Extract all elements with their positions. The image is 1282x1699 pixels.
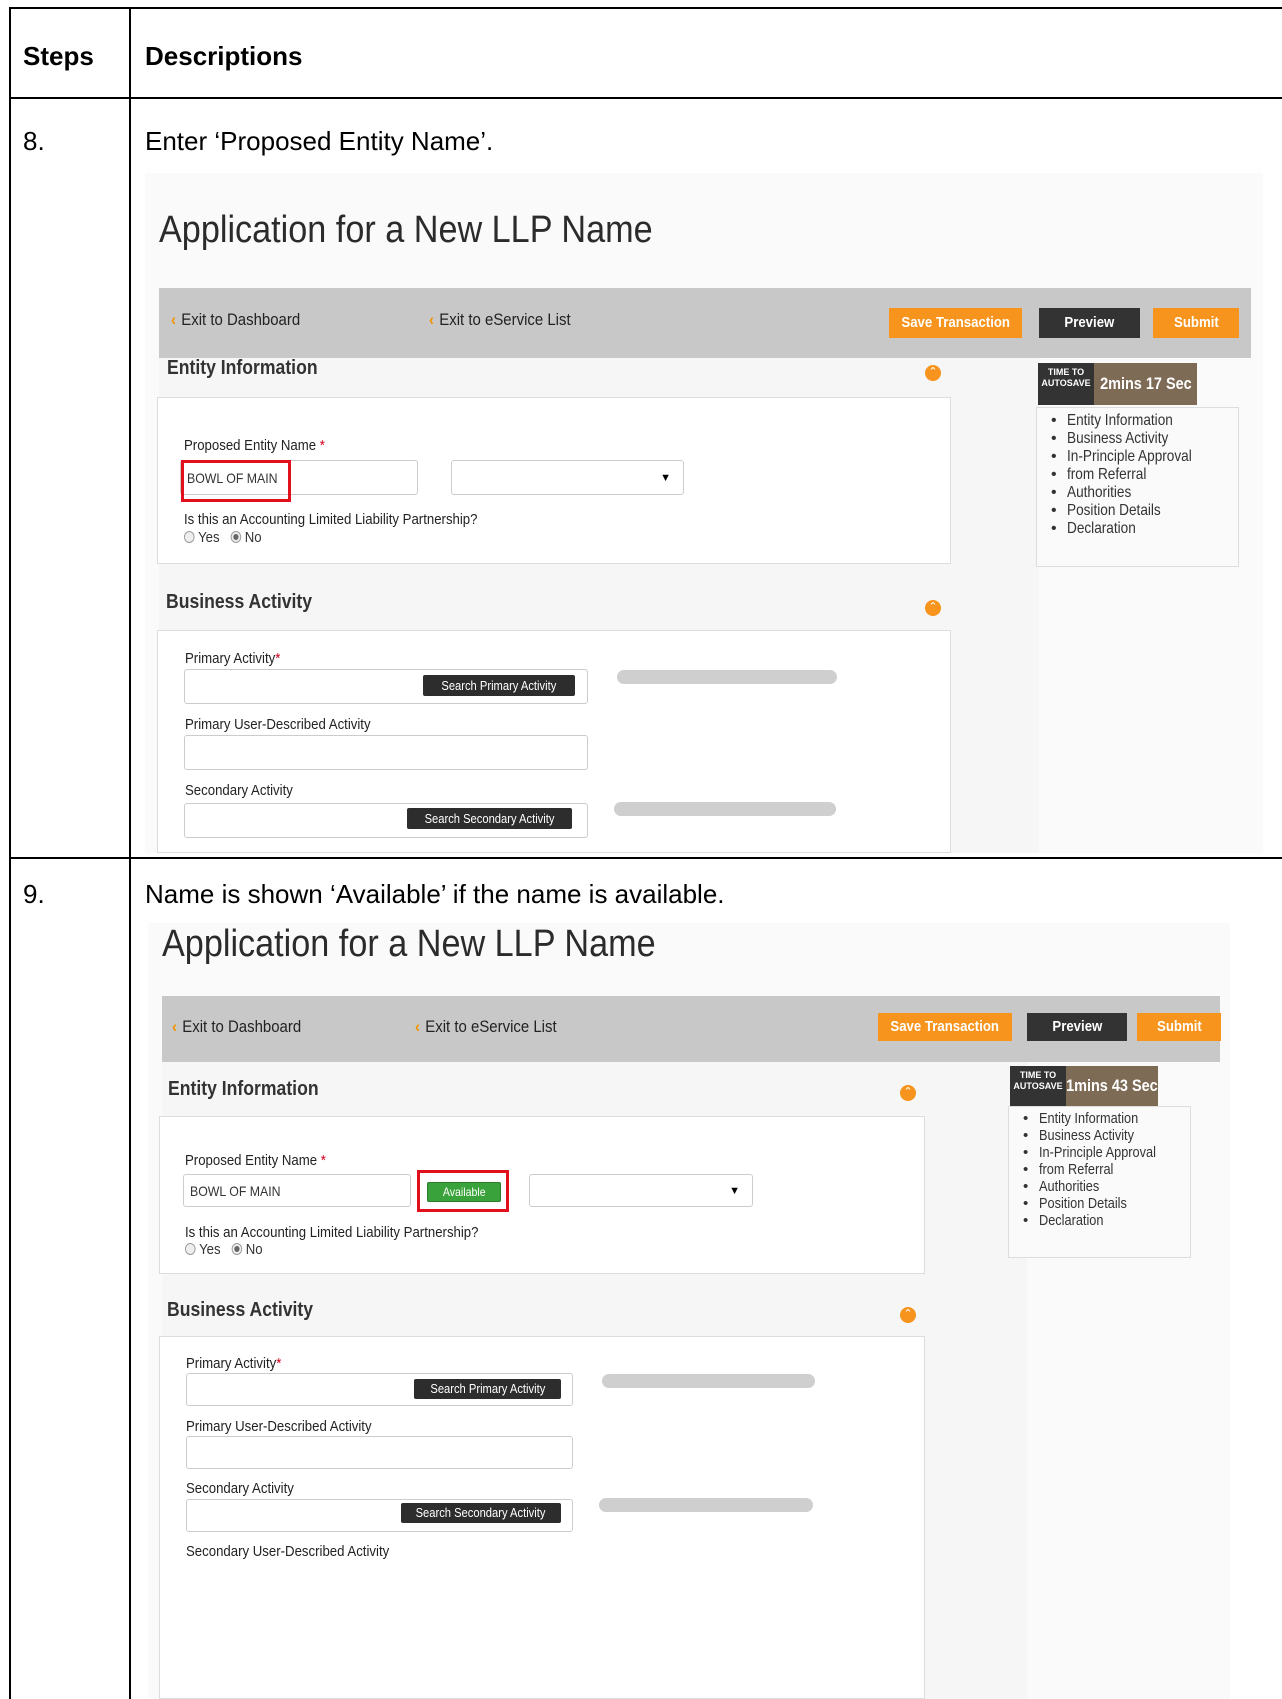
- primary-activity-label: Primary Activity*: [185, 650, 281, 667]
- submit-button[interactable]: Submit: [1137, 1013, 1221, 1041]
- nav-item-continued[interactable]: Authorities: [1037, 484, 1238, 502]
- entity-information-title: Entity Information: [167, 357, 318, 379]
- search-primary-activity-button[interactable]: Search Primary Activity: [423, 675, 575, 696]
- nav-item-entity-information[interactable]: Entity Information: [1009, 1110, 1190, 1127]
- timer-label: TIME TO AUTOSAVE: [1010, 1066, 1066, 1106]
- proposed-entity-name-input[interactable]: BOWL OF MAIN: [183, 1174, 411, 1207]
- header-descriptions: Descriptions: [145, 41, 303, 71]
- primary-user-described-input[interactable]: [186, 1436, 573, 1469]
- chevron-left-icon: ‹: [429, 310, 434, 329]
- nav-item-position-details[interactable]: Position Details: [1037, 502, 1238, 520]
- table-column-divider: [129, 7, 131, 1699]
- radio-yes[interactable]: [185, 1243, 196, 1256]
- nav-item-in-principle-approval[interactable]: In-Principle Approval: [1009, 1144, 1190, 1161]
- nav-item-business-activity[interactable]: Business Activity: [1037, 430, 1238, 448]
- screenshot-step-9: Application for a New LLP Name ‹ Exit to …: [148, 923, 1230, 1699]
- exit-eservice-link[interactable]: ‹ Exit to eService List: [415, 1017, 557, 1037]
- entity-information-title: Entity Information: [168, 1078, 319, 1100]
- collapse-icon[interactable]: ⌃: [900, 1085, 916, 1101]
- section-nav: Entity Information Business Activity In-…: [1036, 407, 1239, 567]
- radio-yes[interactable]: [184, 531, 195, 544]
- submit-button[interactable]: Submit: [1153, 308, 1239, 338]
- secondary-user-described-label: Secondary User-Described Activity: [186, 1543, 390, 1560]
- loading-placeholder: [614, 802, 836, 816]
- collapse-icon[interactable]: ⌃: [900, 1307, 916, 1323]
- chevron-left-icon: ‹: [171, 310, 176, 329]
- preview-button[interactable]: Preview: [1039, 308, 1140, 338]
- collapse-icon[interactable]: ⌃: [925, 600, 941, 616]
- screenshot-step-8: Application for a New LLP Name ‹ Exit to …: [145, 173, 1263, 853]
- accounting-llp-radios[interactable]: Yes No: [184, 529, 262, 546]
- search-secondary-activity-button[interactable]: Search Secondary Activity: [401, 1503, 561, 1523]
- nav-item-business-activity[interactable]: Business Activity: [1009, 1127, 1190, 1144]
- header-steps: Steps: [23, 41, 94, 71]
- entity-suffix-select[interactable]: ▼: [529, 1174, 753, 1207]
- dropdown-caret-icon: ▼: [729, 1184, 740, 1197]
- save-transaction-button[interactable]: Save Transaction: [878, 1013, 1012, 1041]
- available-badge: Available: [427, 1182, 501, 1202]
- primary-activity-label: Primary Activity*: [186, 1355, 282, 1372]
- timer-value: 2mins 17 Sec: [1094, 363, 1197, 405]
- business-activity-title: Business Activity: [167, 1299, 314, 1321]
- exit-eservice-link[interactable]: ‹ Exit to eService List: [429, 310, 571, 330]
- secondary-activity-label: Secondary Activity: [185, 782, 293, 799]
- toolbar: ‹ Exit to Dashboard ‹ Exit to eService Lis…: [162, 996, 1221, 1062]
- primary-user-described-label: Primary User-Described Activity: [186, 1418, 372, 1435]
- nav-item-declaration[interactable]: Declaration: [1037, 520, 1238, 538]
- page-title: Application for a New LLP Name: [162, 923, 656, 965]
- step-number: 9.: [23, 879, 45, 909]
- nav-item-declaration[interactable]: Declaration: [1009, 1212, 1190, 1229]
- step-number: 8.: [23, 126, 45, 156]
- entity-suffix-select[interactable]: ▼: [451, 460, 684, 495]
- nav-item-continued[interactable]: from Referral: [1009, 1161, 1190, 1178]
- nav-item-entity-information[interactable]: Entity Information: [1037, 412, 1238, 430]
- business-activity-title: Business Activity: [166, 591, 313, 613]
- chevron-left-icon: ‹: [172, 1017, 177, 1036]
- search-secondary-activity-button[interactable]: Search Secondary Activity: [407, 808, 572, 829]
- exit-dashboard-link[interactable]: ‹ Exit to Dashboard: [171, 310, 300, 330]
- proposed-entity-name-label: Proposed Entity Name *: [185, 1152, 326, 1169]
- dropdown-caret-icon: ▼: [660, 471, 671, 484]
- toolbar: ‹ Exit to Dashboard ‹ Exit to eService Lis…: [159, 288, 1251, 358]
- preview-button[interactable]: Preview: [1027, 1013, 1127, 1041]
- nav-item-continued[interactable]: from Referral: [1037, 466, 1238, 484]
- save-transaction-button[interactable]: Save Transaction: [889, 308, 1022, 338]
- table-divider: [9, 857, 1282, 859]
- loading-placeholder: [602, 1374, 815, 1388]
- radio-no[interactable]: [230, 531, 242, 544]
- page-title: Application for a New LLP Name: [159, 209, 653, 251]
- timer-label: TIME TO AUTOSAVE: [1038, 363, 1094, 405]
- search-primary-activity-button[interactable]: Search Primary Activity: [414, 1379, 561, 1399]
- accounting-llp-question: Is this an Accounting Limited Liability …: [185, 1224, 479, 1241]
- proposed-entity-name-label: Proposed Entity Name *: [184, 437, 325, 454]
- loading-placeholder: [617, 670, 837, 684]
- accounting-llp-radios[interactable]: Yes No: [185, 1241, 263, 1258]
- nav-item-continued[interactable]: Authorities: [1009, 1178, 1190, 1195]
- table-divider: [9, 97, 1282, 99]
- timer-value: 1mins 43 Sec: [1066, 1066, 1158, 1106]
- accounting-llp-question: Is this an Accounting Limited Liability …: [184, 511, 478, 528]
- primary-user-described-input[interactable]: [184, 735, 588, 770]
- chevron-left-icon: ‹: [415, 1017, 420, 1036]
- nav-item-in-principle-approval[interactable]: In-Principle Approval: [1037, 448, 1238, 466]
- primary-user-described-label: Primary User-Described Activity: [185, 716, 371, 733]
- step-description: Name is shown ‘Available’ if the name is…: [145, 879, 725, 909]
- exit-dashboard-link[interactable]: ‹ Exit to Dashboard: [172, 1017, 301, 1037]
- highlight-box: [181, 460, 291, 502]
- secondary-activity-label: Secondary Activity: [186, 1480, 294, 1497]
- section-nav: Entity Information Business Activity In-…: [1008, 1106, 1191, 1258]
- collapse-icon[interactable]: ⌃: [925, 365, 941, 381]
- nav-item-position-details[interactable]: Position Details: [1009, 1195, 1190, 1212]
- radio-no[interactable]: [231, 1243, 243, 1256]
- loading-placeholder: [599, 1498, 813, 1512]
- step-description: Enter ‘Proposed Entity Name’.: [145, 126, 494, 156]
